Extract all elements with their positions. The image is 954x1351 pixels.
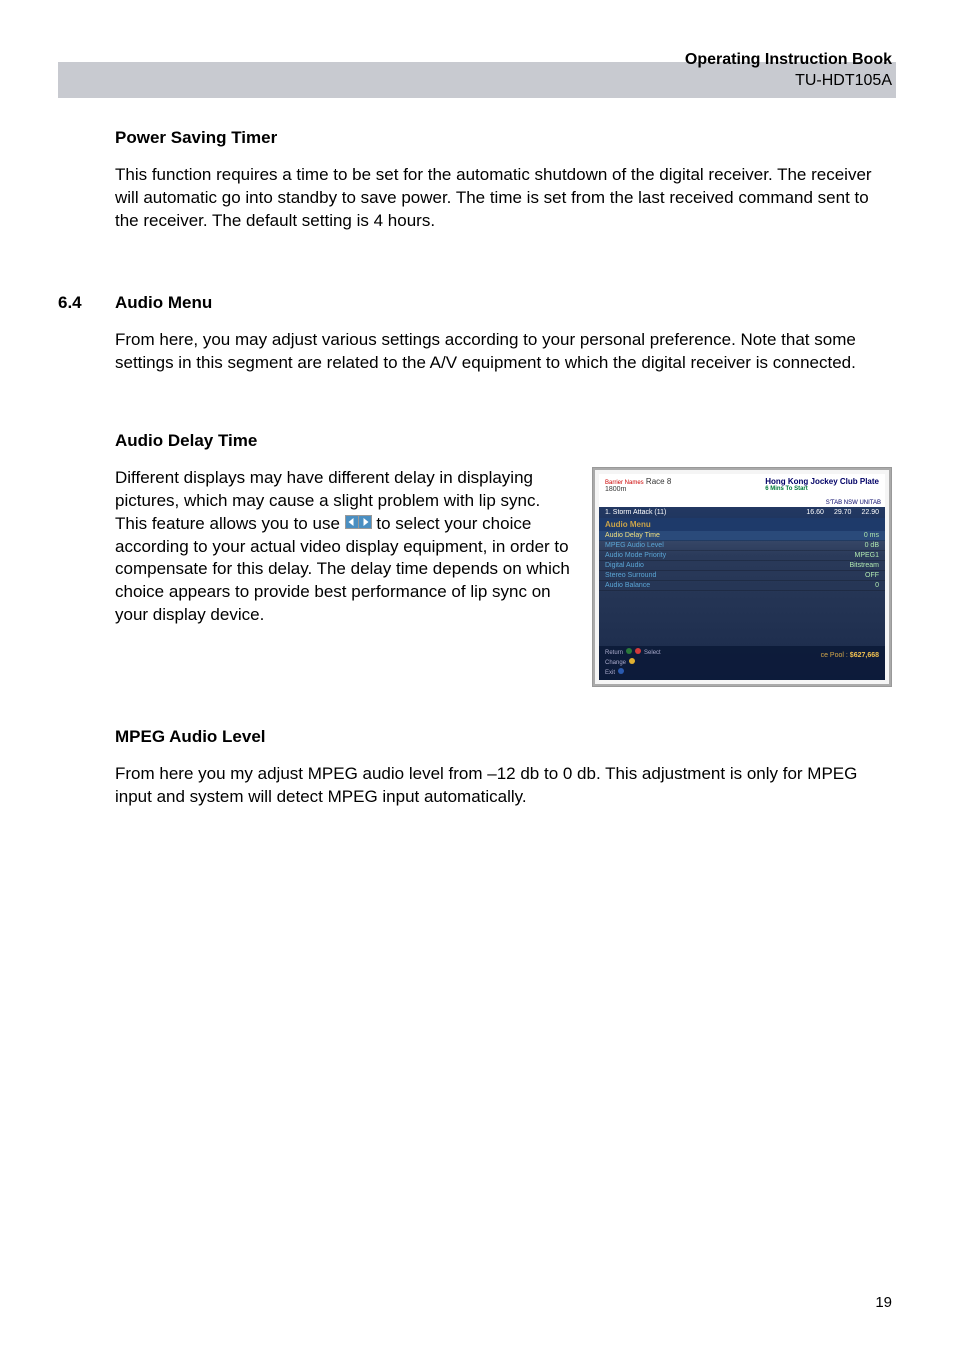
tv-inner: Barrier Names Race 8 1800m Hong Kong Joc… (599, 474, 885, 680)
tv-banner-prices: 16.60 29.70 22.90 (806, 509, 879, 516)
tv-tabs: S'TAB NSW UNITAB (826, 500, 881, 506)
green-dot-icon (626, 648, 632, 654)
tv-bottom-nav: Return Select Change Exit ce Pool : $627… (599, 646, 885, 679)
audio-delay-two-col: Different displays may have different de… (115, 467, 892, 687)
audio-delay-body: Different displays may have different de… (115, 467, 572, 628)
audio-menu-intro: From here, you may adjust various settin… (115, 329, 892, 375)
audio-menu-heading: Audio Menu (115, 293, 892, 313)
left-right-arrow-icon (345, 513, 372, 536)
doc-title: Operating Instruction Book (685, 50, 892, 71)
tv-row-label-5: Audio Balance (605, 582, 650, 589)
tv-banner-text: 1. Storm Attack (11) (605, 509, 666, 516)
tv-row-val-3: Bitstream (849, 562, 879, 569)
right-arrow-icon (358, 515, 372, 529)
tv-screenshot: Barrier Names Race 8 1800m Hong Kong Joc… (592, 467, 892, 687)
tv-price-1: 29.70 (834, 509, 852, 516)
tv-title: Hong Kong Jockey Club Plate (765, 477, 879, 486)
header-text: Operating Instruction Book TU-HDT105A (685, 50, 892, 92)
tv-row-label-0: Audio Delay Time (605, 532, 660, 539)
tv-pool: ce Pool : $627,668 (821, 652, 879, 677)
tv-banner: 1. Storm Attack (11) 16.60 29.70 22.90 (599, 507, 885, 518)
section-6-4: 6.4 Audio Menu From here, you may adjust… (115, 293, 892, 809)
tv-menu-row-0: Audio Delay Time 0 ms (599, 531, 885, 541)
tv-header: Barrier Names Race 8 1800m Hong Kong Joc… (599, 474, 885, 507)
mpeg-heading: MPEG Audio Level (115, 727, 892, 747)
tv-pool-value: $627,668 (850, 652, 879, 659)
tv-row-val-0: 0 ms (864, 532, 879, 539)
page-content: Power Saving Timer This function require… (115, 128, 892, 809)
tv-row-label-3: Digital Audio (605, 562, 644, 569)
page-number: 19 (875, 1294, 892, 1311)
blue-dot-icon (618, 668, 624, 674)
tv-race: Race 8 (646, 477, 671, 486)
tv-nav-change: Change (605, 660, 626, 666)
doc-model: TU-HDT105A (685, 71, 892, 92)
tv-barrier: Barrier Names (605, 480, 644, 486)
tv-row-val-4: OFF (865, 572, 879, 579)
audio-delay-heading: Audio Delay Time (115, 431, 892, 451)
tv-price-0: 16.60 (806, 509, 824, 516)
tv-distance: 1800m (605, 486, 671, 493)
tv-row-label-1: MPEG Audio Level (605, 542, 664, 549)
tv-menu-row-4: Stereo Surround OFF (599, 571, 885, 581)
power-saving-heading: Power Saving Timer (115, 128, 892, 148)
tv-menu-row-2: Audio Mode Priority MPEG1 (599, 551, 885, 561)
tv-nav-select: Select (644, 650, 661, 656)
power-saving-body: This function requires a time to be set … (115, 164, 892, 233)
tv-row-label-4: Stereo Surround (605, 572, 656, 579)
tv-menu-row-3: Digital Audio Bitstream (599, 561, 885, 571)
mpeg-section: MPEG Audio Level From here you my adjust… (115, 727, 892, 809)
tv-pool-label: ce Pool : (821, 652, 848, 659)
yellow-dot-icon (629, 658, 635, 664)
tv-menu-title: Audio Menu (599, 518, 885, 531)
left-arrow-icon (345, 515, 359, 529)
tv-nav-exit: Exit (605, 670, 615, 676)
audio-delay-text-col: Different displays may have different de… (115, 467, 572, 687)
red-dot-icon (635, 648, 641, 654)
section-number: 6.4 (58, 293, 82, 313)
tv-menu-row-1: MPEG Audio Level 0 dB (599, 541, 885, 551)
tv-row-val-1: 0 dB (865, 542, 879, 549)
tv-price-2: 22.90 (861, 509, 879, 516)
audio-delay-image-col: Barrier Names Race 8 1800m Hong Kong Joc… (592, 467, 892, 687)
tv-mins: 6 Mins To Start (765, 486, 879, 492)
tv-row-label-2: Audio Mode Priority (605, 552, 666, 559)
tv-nav-hints: Return Select Change Exit (605, 648, 661, 677)
tv-menu-row-5: Audio Balance 0 (599, 581, 885, 591)
tv-row-val-5: 0 (875, 582, 879, 589)
mpeg-body: From here you my adjust MPEG audio level… (115, 763, 892, 809)
tv-nav-return: Return (605, 650, 623, 656)
tv-row-val-2: MPEG1 (854, 552, 879, 559)
